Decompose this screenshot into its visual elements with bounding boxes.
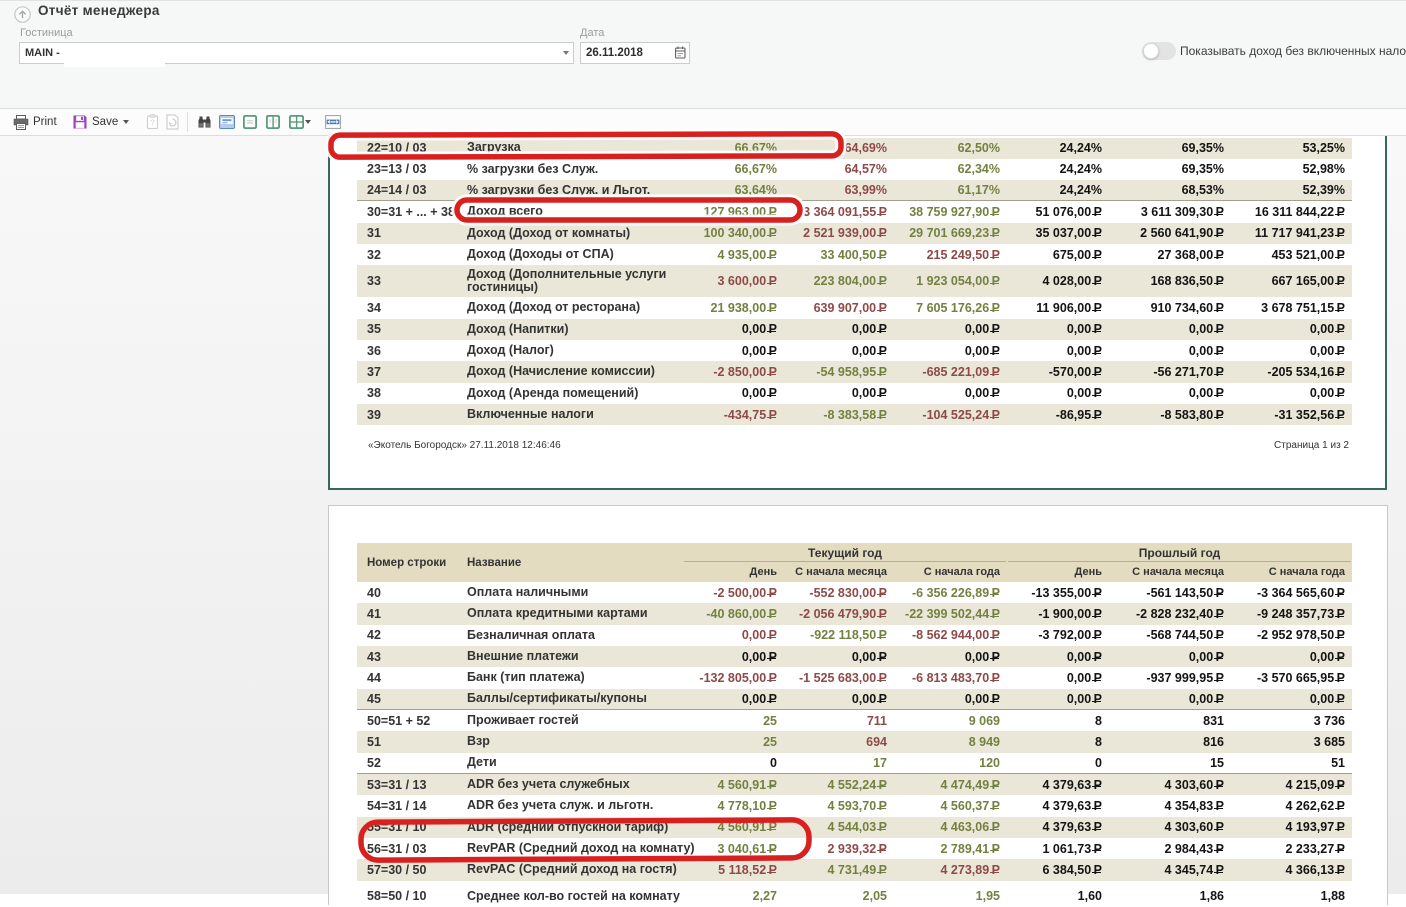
- svg-text:?: ?: [150, 119, 155, 128]
